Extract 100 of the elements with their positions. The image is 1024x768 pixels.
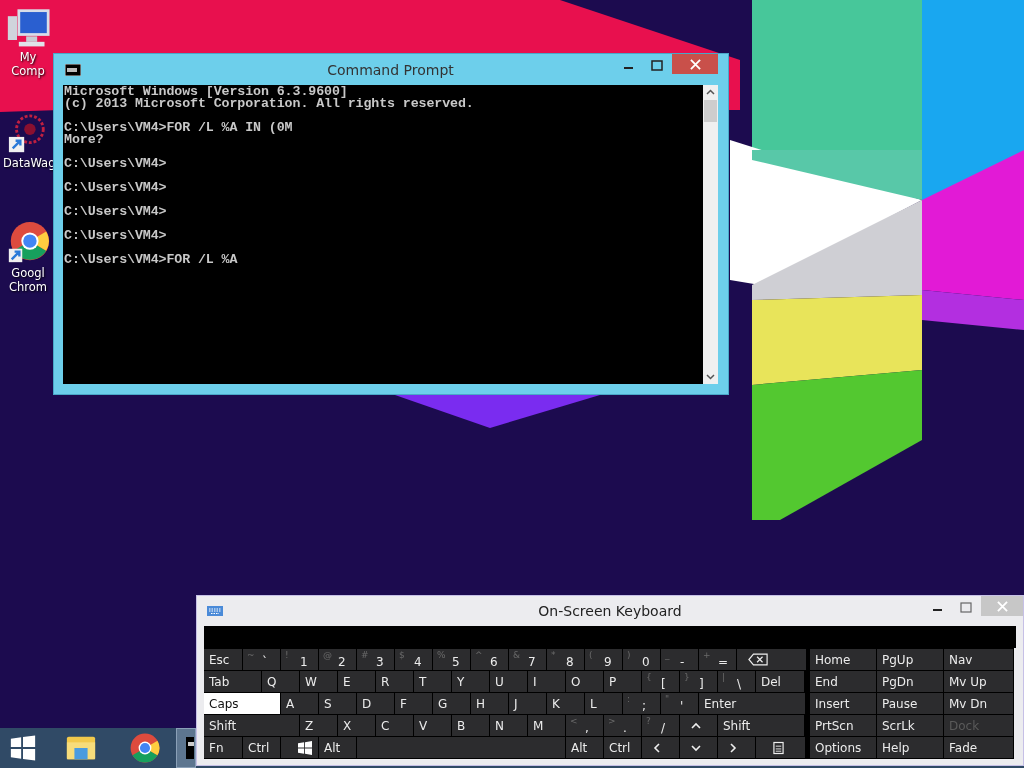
keyboard-key[interactable]: X bbox=[338, 715, 375, 736]
keyboard-key[interactable]: K bbox=[547, 693, 584, 714]
keyboard-key[interactable]: > . bbox=[604, 715, 641, 736]
keyboard-key[interactable]: # 3 bbox=[357, 649, 394, 670]
keyboard-key[interactable]: Pause bbox=[877, 693, 943, 714]
keyboard-key[interactable]: C bbox=[376, 715, 413, 736]
keyboard-key[interactable]: Home bbox=[810, 649, 876, 670]
keyboard-key[interactable]: Z bbox=[300, 715, 337, 736]
keyboard-key[interactable]: P bbox=[604, 671, 641, 692]
keyboard-key[interactable]: ! 1 bbox=[281, 649, 318, 670]
keyboard-key[interactable]: ^ 6 bbox=[471, 649, 508, 670]
keyboard-key[interactable]: PgDn bbox=[877, 671, 943, 692]
keyboard-key[interactable]: G bbox=[433, 693, 470, 714]
keyboard-key[interactable]: Caps bbox=[204, 693, 280, 714]
keyboard-key[interactable]: Ctrl bbox=[243, 737, 280, 758]
keyboard-key[interactable]: ? / bbox=[642, 715, 679, 736]
keyboard-key[interactable]: % 5 bbox=[433, 649, 470, 670]
console-line: C:\Users\VM4>FOR /L %A IN (0M bbox=[64, 122, 294, 134]
console-line: More? bbox=[64, 134, 105, 146]
keyboard-key[interactable]: Options bbox=[810, 737, 876, 758]
backspace-icon bbox=[748, 653, 768, 666]
keyboard-key[interactable]: F bbox=[395, 693, 432, 714]
keyboard-key[interactable]: { [ bbox=[642, 671, 679, 692]
keyboard-key[interactable]: Fn bbox=[204, 737, 242, 758]
keyboard-key[interactable]: Ctrl bbox=[604, 737, 641, 758]
keyboard-key[interactable]: I bbox=[528, 671, 565, 692]
keyboard-key[interactable]: ~ ` bbox=[243, 649, 280, 670]
keyboard-key[interactable]: Alt bbox=[319, 737, 356, 758]
console-line: C:\Users\VM4> bbox=[64, 158, 168, 170]
keyboard-key[interactable]: L bbox=[585, 693, 622, 714]
console-icon bbox=[186, 736, 194, 760]
close-icon bbox=[689, 58, 701, 70]
browser-icon bbox=[129, 732, 161, 764]
keyboard-key[interactable]: R bbox=[376, 671, 413, 692]
scroll-thumb[interactable] bbox=[704, 100, 717, 122]
keyboard-key[interactable]: E bbox=[338, 671, 375, 692]
keyboard-key[interactable]: * 8 bbox=[547, 649, 584, 670]
keyboard-key[interactable]: H bbox=[471, 693, 508, 714]
keyboard-key[interactable]: | \ bbox=[718, 671, 755, 692]
scrollbar[interactable] bbox=[703, 85, 718, 384]
keyboard-key[interactable]: Mv Up bbox=[944, 671, 1013, 692]
console-line: C:\Users\VM4> bbox=[64, 206, 168, 218]
keyboard-key[interactable]: Y bbox=[452, 671, 489, 692]
close-button[interactable] bbox=[672, 54, 718, 74]
keyboard-key[interactable]: Insert bbox=[810, 693, 876, 714]
keyboard-key[interactable]: O bbox=[566, 671, 603, 692]
chevron-down-icon bbox=[691, 743, 701, 752]
desktop-icon-label[interactable]: My Comp bbox=[3, 50, 53, 78]
keyboard-key[interactable]: PgUp bbox=[877, 649, 943, 670]
keyboard-key[interactable]: T bbox=[414, 671, 451, 692]
taskbar-button[interactable] bbox=[176, 728, 196, 768]
console-line: Microsoft Windows [Version 6.3.9600] bbox=[64, 86, 349, 98]
keyboard-key[interactable]: _ - bbox=[661, 649, 698, 670]
keyboard-key[interactable]: Del bbox=[756, 671, 804, 692]
keyboard-key[interactable]: Q bbox=[262, 671, 299, 692]
windows-logo-icon bbox=[9, 734, 37, 762]
keyboard-key[interactable]: " ' bbox=[661, 693, 698, 714]
keyboard-key[interactable]: Shift bbox=[204, 715, 299, 736]
window-title: Command Prompt bbox=[327, 61, 454, 78]
keyboard-key[interactable]: Shift bbox=[718, 715, 804, 736]
keyboard-key[interactable]: Tab bbox=[204, 671, 261, 692]
keyboard-key[interactable]: Mv Dn bbox=[944, 693, 1013, 714]
keyboard-key[interactable]: : ; bbox=[623, 693, 660, 714]
keyboard-key[interactable]: A bbox=[281, 693, 318, 714]
menu-key-icon bbox=[773, 740, 784, 755]
keyboard-icon bbox=[207, 606, 223, 616]
keyboard-key[interactable]: ScrLk bbox=[877, 715, 943, 736]
desktop-icon-label[interactable]: Googl Chrom bbox=[3, 266, 53, 294]
keyboard-key[interactable]: @ 2 bbox=[319, 649, 356, 670]
keyboard-key[interactable]: S bbox=[319, 693, 356, 714]
keyboard-key[interactable]: ( 9 bbox=[585, 649, 622, 670]
keyboard-key[interactable]: N bbox=[490, 715, 527, 736]
keyboard-key[interactable]: ) 0 bbox=[623, 649, 660, 670]
keyboard-key[interactable]: Nav bbox=[944, 649, 1013, 670]
window-title: On-Screen Keyboard bbox=[538, 603, 682, 619]
console-line: C:\Users\VM4>FOR /L %A bbox=[64, 254, 239, 266]
keyboard-key[interactable]: End bbox=[810, 671, 876, 692]
keyboard-key[interactable]: & 7 bbox=[509, 649, 546, 670]
keyboard-key[interactable]: V bbox=[414, 715, 451, 736]
keyboard-key[interactable] bbox=[281, 737, 318, 758]
keyboard-key[interactable]: D bbox=[357, 693, 394, 714]
keyboard-key[interactable]: B bbox=[452, 715, 489, 736]
keyboard-key[interactable]: Alt bbox=[566, 737, 603, 758]
keyboard-key[interactable] bbox=[737, 649, 806, 670]
keyboard-key[interactable]: Help bbox=[877, 737, 943, 758]
keyboard-key[interactable] bbox=[756, 737, 805, 758]
keyboard-key[interactable]: PrtScn bbox=[810, 715, 876, 736]
chevron-left-icon bbox=[653, 742, 661, 753]
keyboard-key[interactable]: U bbox=[490, 671, 527, 692]
keyboard-key[interactable]: + = bbox=[699, 649, 736, 670]
keyboard-key[interactable]: $ 4 bbox=[395, 649, 432, 670]
keyboard-key[interactable]: Fade bbox=[944, 737, 1013, 758]
keyboard-key[interactable]: } ] bbox=[680, 671, 717, 692]
keyboard-key[interactable]: Esc bbox=[204, 649, 242, 670]
keyboard-key[interactable]: J bbox=[509, 693, 546, 714]
console-line: C:\Users\VM4> bbox=[64, 182, 168, 194]
keyboard-key[interactable]: < , bbox=[566, 715, 603, 736]
keyboard-key[interactable]: M bbox=[528, 715, 565, 736]
keyboard-key[interactable]: W bbox=[300, 671, 337, 692]
keyboard-key[interactable]: Enter bbox=[699, 693, 805, 714]
